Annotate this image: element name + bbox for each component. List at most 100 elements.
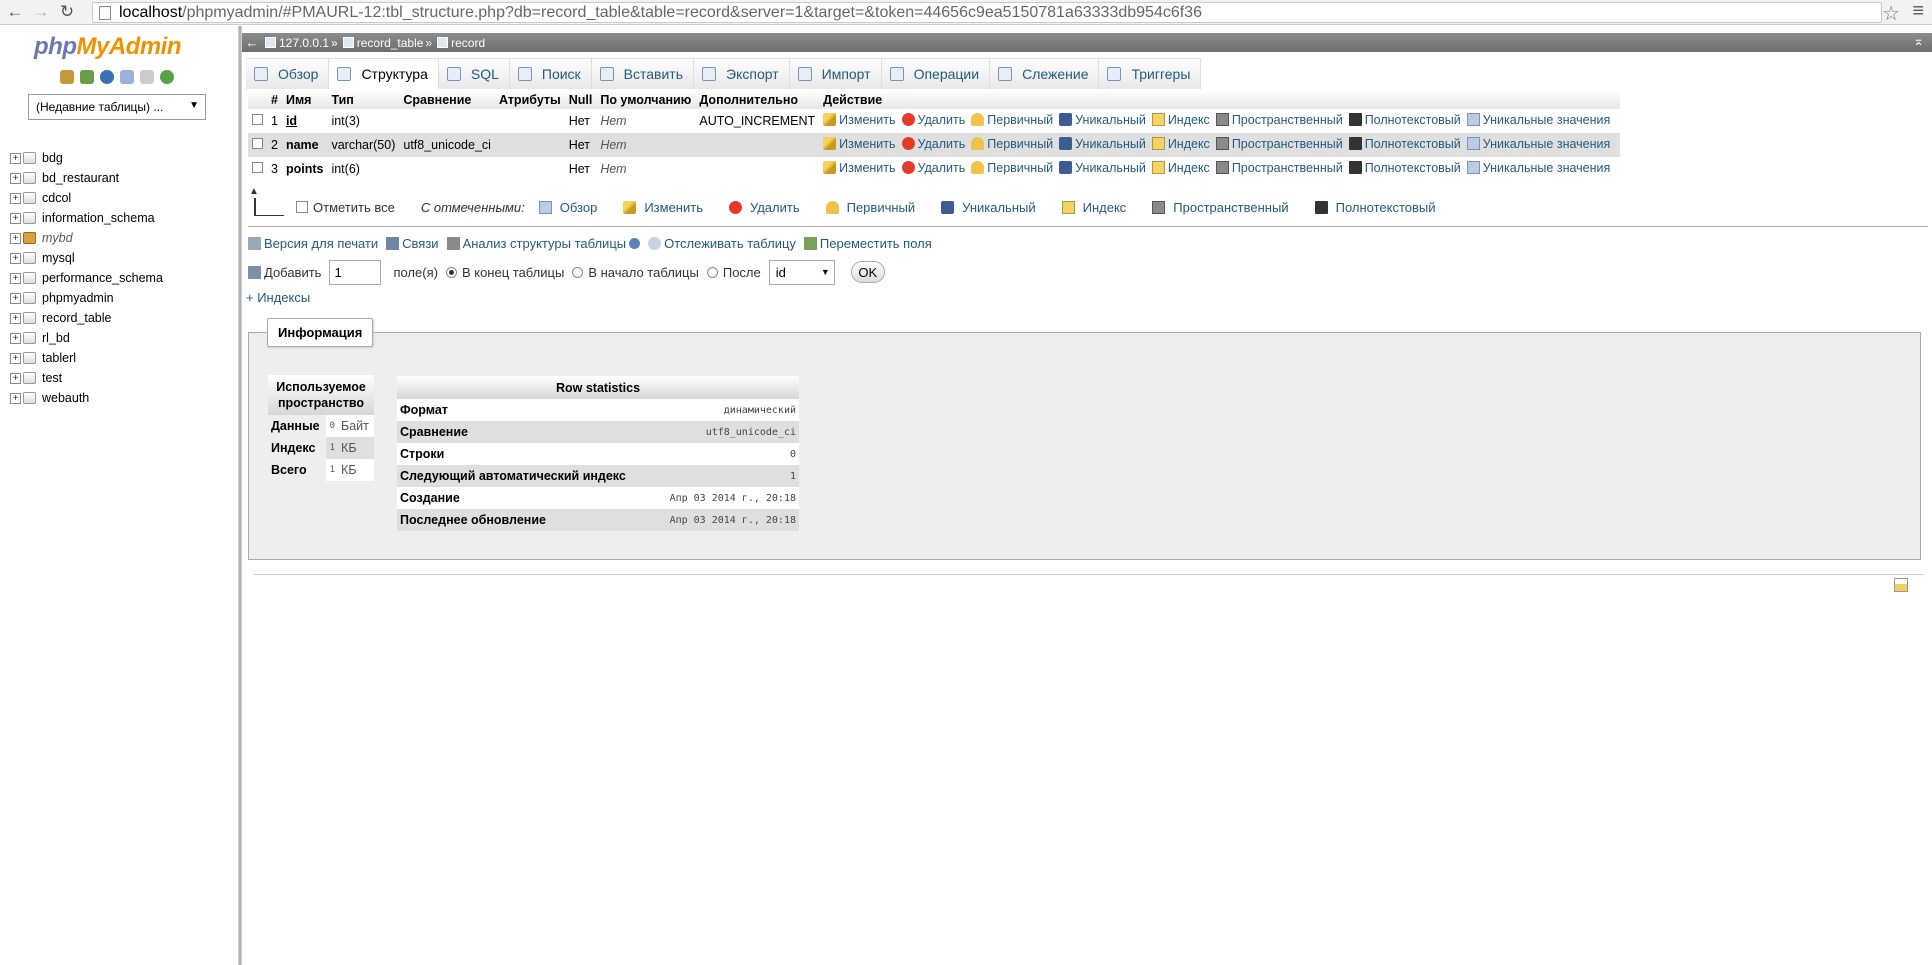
spatial-action-link[interactable]: Пространственный — [1215, 161, 1343, 175]
index-action-link[interactable]: Индекс — [1151, 161, 1210, 175]
bulk-action-3[interactable]: Первичный — [825, 200, 915, 215]
database-name[interactable]: information_schema — [42, 211, 155, 225]
expand-icon[interactable]: + — [10, 152, 21, 164]
address-bar[interactable]: localhost/phpmyadmin/#PMAURL-12:tbl_stru… — [92, 2, 1882, 23]
sidebar-item-mysql[interactable]: + mysql — [10, 248, 163, 268]
reload-icon[interactable]: ↻ — [56, 1, 78, 23]
sidebar-item-cdcol[interactable]: + cdcol — [10, 188, 163, 208]
sidebar-item-webauth[interactable]: + webauth — [10, 388, 163, 408]
database-name[interactable]: record_table — [42, 311, 112, 325]
expand-icon[interactable]: + — [10, 212, 21, 224]
sidebar-item-mybd[interactable]: + mybd — [10, 228, 163, 248]
database-name[interactable]: performance_schema — [42, 271, 163, 285]
row-checkbox[interactable] — [252, 114, 263, 125]
panel-resizer[interactable] — [238, 26, 242, 965]
settings-icon[interactable] — [140, 70, 154, 84]
tab-structure[interactable]: Структура — [329, 58, 439, 89]
sidebar-item-record_table[interactable]: + record_table — [10, 308, 163, 328]
database-name[interactable]: test — [42, 371, 62, 385]
expand-icon[interactable]: + — [10, 172, 21, 184]
tab-search[interactable]: Поиск — [509, 58, 592, 89]
expand-icon[interactable]: + — [10, 392, 21, 404]
phpmyadmin-logo[interactable]: phpMyAdmin — [34, 33, 181, 61]
add-count-input[interactable]: 1 — [329, 259, 382, 285]
distinct-action-link[interactable]: Уникальные значения — [1466, 161, 1610, 175]
distinct-action-link[interactable]: Уникальные значения — [1466, 113, 1610, 127]
primary-action-link[interactable]: Первичный — [971, 113, 1053, 127]
sidebar-item-rl_bd[interactable]: + rl_bd — [10, 328, 163, 348]
expand-icon[interactable]: + — [10, 232, 21, 244]
tab-operations[interactable]: Операции — [881, 58, 991, 89]
sidebar-item-information_schema[interactable]: + information_schema — [10, 208, 163, 228]
at-end-label[interactable]: В конец таблицы — [462, 265, 564, 280]
back-arrow-icon[interactable]: ← — [4, 1, 26, 23]
primary-action-link[interactable]: Первичный — [971, 137, 1053, 151]
forward-arrow-icon[interactable]: → — [30, 1, 52, 23]
expand-icon[interactable]: + — [10, 312, 21, 324]
expand-icon[interactable]: + — [10, 292, 21, 304]
collapse-left-icon[interactable]: ← — [242, 35, 262, 50]
row-checkbox[interactable] — [252, 162, 263, 173]
docs-icon[interactable] — [120, 70, 134, 84]
bulk-action-4[interactable]: Уникальный — [941, 200, 1036, 215]
tab-export[interactable]: Экспорт — [694, 58, 790, 89]
tab-insert[interactable]: Вставить — [591, 58, 695, 89]
collapse-up-icon[interactable]: ⌅ — [1913, 33, 1924, 49]
database-name[interactable]: bdg — [42, 151, 63, 165]
fulltext-action-link[interactable]: Полнотекстовый — [1348, 161, 1461, 175]
help-icon[interactable] — [629, 237, 641, 249]
bulk-action-7[interactable]: Полнотекстовый — [1314, 200, 1436, 215]
relation-view-link[interactable]: Связи — [386, 236, 439, 251]
after-radio[interactable] — [706, 266, 718, 278]
tab-import[interactable]: Импорт — [789, 58, 882, 89]
index-action-link[interactable]: Индекс — [1151, 137, 1210, 151]
primary-action-link[interactable]: Первичный — [971, 161, 1053, 175]
after-label[interactable]: После — [723, 265, 761, 280]
unique-action-link[interactable]: Уникальный — [1059, 137, 1146, 151]
database-name[interactable]: bd_restaurant — [42, 171, 119, 185]
breadcrumb-database[interactable]: record_table — [340, 36, 423, 50]
spatial-action-link[interactable]: Пространственный — [1215, 137, 1343, 151]
unique-action-link[interactable]: Уникальный — [1059, 161, 1146, 175]
index-action-link[interactable]: Индекс — [1151, 113, 1210, 127]
expand-icon[interactable]: + — [10, 272, 21, 284]
database-name[interactable]: cdcol — [42, 191, 71, 205]
expand-icon[interactable]: + — [10, 372, 21, 384]
sidebar-item-test[interactable]: + test — [10, 368, 163, 388]
print-view-link[interactable]: Версия для печати — [248, 236, 378, 251]
edit-action-link[interactable]: Изменить — [823, 161, 896, 175]
tab-sql[interactable]: SQL — [438, 58, 510, 89]
bulk-action-1[interactable]: Изменить — [623, 200, 703, 215]
spatial-action-link[interactable]: Пространственный — [1215, 113, 1343, 127]
check-all-label[interactable]: Отметить все — [313, 200, 395, 215]
bulk-action-0[interactable]: Обзор — [538, 200, 597, 215]
database-name[interactable]: mysql — [42, 251, 75, 265]
at-beginning-label[interactable]: В начало таблицы — [588, 265, 699, 280]
drop-action-link[interactable]: Удалить — [901, 137, 965, 151]
track-table-link[interactable]: Отслеживать таблицу — [648, 236, 796, 251]
database-name[interactable]: mybd — [42, 231, 73, 245]
breadcrumb-table[interactable]: record — [434, 36, 485, 50]
refresh-icon[interactable] — [160, 70, 174, 84]
database-name[interactable]: tablerl — [42, 351, 76, 365]
analyze-structure-link[interactable]: Анализ структуры таблицы — [446, 236, 641, 251]
tab-triggers[interactable]: Триггеры — [1099, 58, 1202, 89]
fulltext-action-link[interactable]: Полнотекстовый — [1348, 113, 1461, 127]
after-column-select[interactable]: id ▼ — [768, 259, 835, 285]
fulltext-action-link[interactable]: Полнотекстовый — [1348, 137, 1461, 151]
at-end-radio[interactable] — [445, 266, 457, 278]
bulk-action-6[interactable]: Пространственный — [1152, 200, 1289, 215]
home-icon[interactable] — [60, 70, 74, 84]
console-icon[interactable] — [1894, 578, 1908, 592]
expand-icon[interactable]: + — [10, 252, 21, 264]
add-ok-button[interactable]: OK — [850, 261, 885, 283]
drop-action-link[interactable]: Удалить — [901, 113, 965, 127]
breadcrumb-server[interactable]: 127.0.0.1 — [262, 36, 329, 50]
move-columns-link[interactable]: Переместить поля — [803, 236, 932, 251]
tab-tracking[interactable]: Слежение — [990, 58, 1100, 89]
sidebar-item-performance_schema[interactable]: + performance_schema — [10, 268, 163, 288]
browser-menu-icon[interactable]: ≡ — [1912, 0, 1924, 23]
indexes-toggle-link[interactable]: + Индексы — [246, 290, 310, 305]
sidebar-item-bdg[interactable]: + bdg — [10, 148, 163, 168]
row-checkbox[interactable] — [252, 138, 263, 149]
